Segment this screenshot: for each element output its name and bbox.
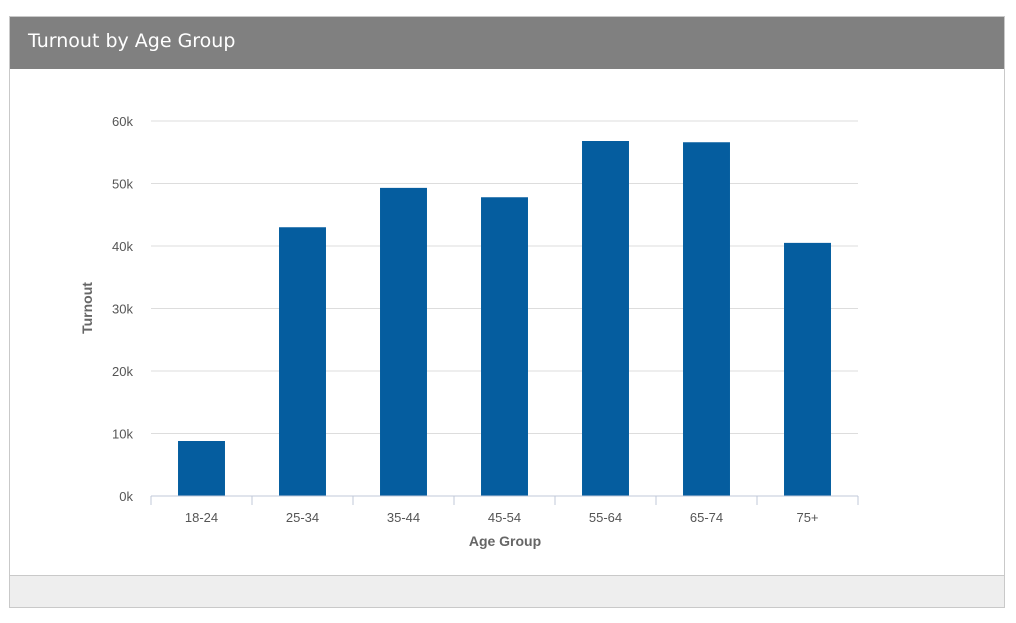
y-tick-label: 10k — [112, 427, 133, 442]
y-tick-label: 60k — [112, 114, 133, 129]
x-tick-label: 45-54 — [488, 510, 521, 525]
bar-chart: 0k 10k 20k 30k 40k 50k 60k 18-24 25-34 35-44 45-54… — [79, 114, 859, 549]
y-tick-label: 50k — [112, 177, 133, 192]
y-tick-label: 0k — [119, 489, 133, 504]
x-tick-label: 35-44 — [387, 510, 420, 525]
bar-18-24[interactable] — [178, 441, 225, 496]
bar-35-44[interactable] — [380, 187, 427, 496]
bar-75+[interactable] — [784, 242, 831, 496]
x-axis-title: Age Group — [469, 533, 541, 549]
y-axis-title: Turnout — [79, 282, 95, 334]
x-tick-label: 25-34 — [286, 510, 319, 525]
bar-65-74[interactable] — [683, 142, 730, 496]
y-tick-label: 30k — [112, 302, 133, 317]
x-tick-label: 18-24 — [185, 510, 218, 525]
x-tick-label: 75+ — [796, 510, 818, 525]
bar-55-64[interactable] — [582, 141, 629, 496]
y-tick-label: 40k — [112, 239, 133, 254]
bars — [178, 141, 831, 496]
x-tick-label: 65-74 — [690, 510, 723, 525]
y-tick-label: 20k — [112, 364, 133, 379]
bar-45-54[interactable] — [481, 197, 528, 496]
x-tick-label: 55-64 — [589, 510, 622, 525]
bar-25-34[interactable] — [279, 227, 326, 496]
